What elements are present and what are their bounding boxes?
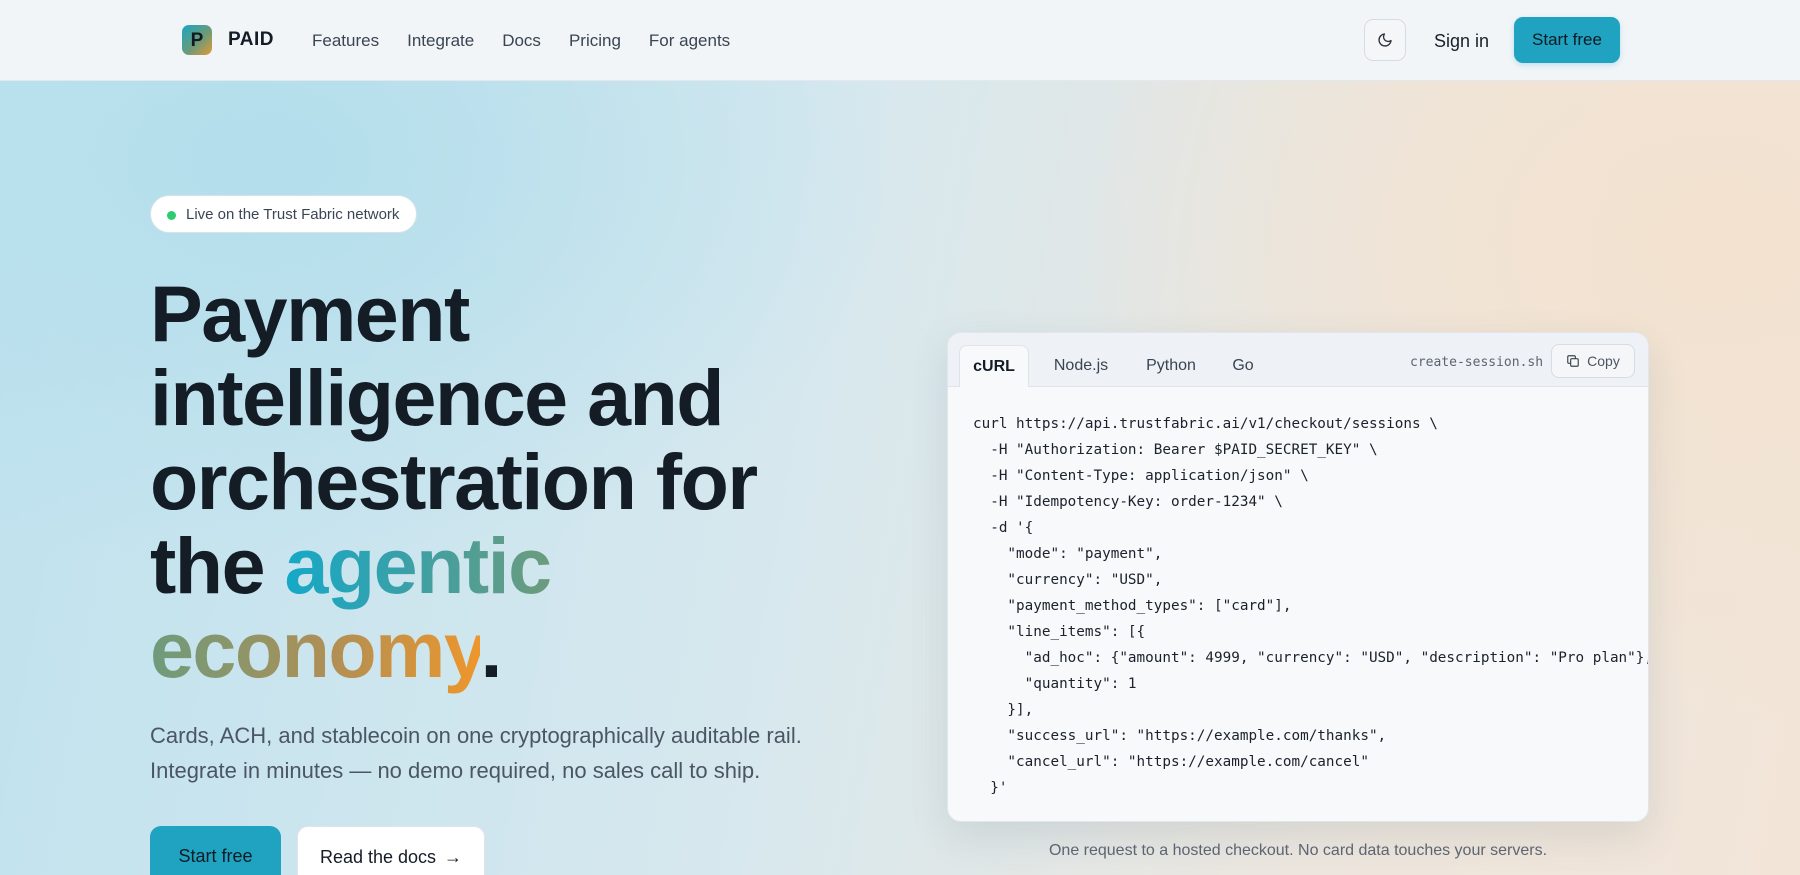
- nav-link-for-agents[interactable]: For agents: [649, 31, 730, 51]
- code-line: -H "Authorization: Bearer $PAID_SECRET_K…: [973, 442, 1378, 458]
- sign-in-link[interactable]: Sign in: [1434, 31, 1489, 52]
- nav-link-docs[interactable]: Docs: [502, 31, 541, 51]
- code-line: curl https://api.trustfabric.ai/v1/check…: [973, 416, 1438, 432]
- code-caption: One request to a hosted checkout. No car…: [1048, 842, 1548, 859]
- code-sample-card: cURL Node.js Python Go create-session.sh…: [947, 332, 1649, 822]
- start-free-button[interactable]: Start free: [150, 826, 281, 875]
- copy-icon: [1567, 355, 1579, 367]
- subtext-line-2: Integrate in minutes — no demo required,…: [150, 758, 761, 783]
- read-docs-label: Read the docs: [319, 847, 437, 867]
- code-filename: create-session.sh: [1410, 355, 1544, 370]
- moon-icon: [1378, 33, 1392, 47]
- headline-line-2: intelligence and: [150, 353, 725, 442]
- code-line: "success_url": "https://example.com/than…: [973, 728, 1387, 744]
- nav-link-features[interactable]: Features: [312, 31, 379, 51]
- headline-line-5: economy.: [150, 608, 850, 692]
- code-line: -H "Content-Type: application/json" \: [973, 468, 1309, 484]
- status-badge: Live on the Trust Fabric network: [150, 195, 418, 233]
- read-docs-button[interactable]: Read the docs →: [297, 826, 485, 875]
- brand-name[interactable]: PAID: [228, 29, 274, 51]
- top-nav: P PAID Features Integrate Docs Pricing F…: [0, 0, 1800, 81]
- nav-link-pricing[interactable]: Pricing: [569, 31, 621, 51]
- code-line: -d '{: [973, 520, 1034, 536]
- code-line: -H "Idempotency-Key: order-1234" \: [973, 494, 1283, 510]
- nav-links: Features Integrate Docs Pricing For agen…: [312, 31, 758, 51]
- theme-toggle-button[interactable]: [1364, 19, 1406, 61]
- tab-curl[interactable]: cURL: [959, 345, 1029, 387]
- arrow-right-icon: →: [444, 847, 463, 867]
- code-line: "line_items": [{: [973, 624, 1146, 640]
- code-line: "ad_hoc": {"amount": 4999, "currency": "…: [973, 650, 1649, 666]
- tab-go[interactable]: Go: [1220, 345, 1266, 387]
- hero-subtext: Cards, ACH, and stablecoin on one crypto…: [150, 718, 850, 788]
- logo-letter: P: [190, 29, 204, 51]
- nav-link-integrate[interactable]: Integrate: [407, 31, 474, 51]
- headline-accent-agentic: agentic: [284, 521, 552, 610]
- headline-line-1: Payment: [150, 269, 470, 358]
- code-line: "quantity": 1: [973, 676, 1137, 692]
- tab-nodejs[interactable]: Node.js: [1040, 345, 1122, 387]
- code-line: }],: [973, 702, 1034, 718]
- subtext-line-1: Cards, ACH, and stablecoin on one crypto…: [150, 723, 802, 748]
- code-line: "mode": "payment",: [973, 546, 1163, 562]
- headline-accent-economy: economy: [150, 605, 482, 694]
- logo-icon[interactable]: P: [182, 25, 212, 55]
- code-line: "payment_method_types": ["card"],: [973, 598, 1292, 614]
- status-badge-text: Live on the Trust Fabric network: [186, 205, 400, 223]
- live-status-dot: [167, 211, 176, 220]
- code-line: "currency": "USD",: [973, 572, 1163, 588]
- tab-python[interactable]: Python: [1134, 345, 1208, 387]
- code-line: }': [973, 780, 1008, 796]
- code-line: "cancel_url": "https://example.com/cance…: [973, 754, 1369, 770]
- copy-label: Copy: [1587, 353, 1620, 369]
- headline-line-4: the agentic: [150, 524, 850, 608]
- hero-headline: Payment intelligence and orchestration f…: [150, 272, 850, 692]
- headline-plain-the: the: [150, 521, 285, 610]
- copy-button[interactable]: Copy: [1551, 344, 1635, 378]
- code-card-header: cURL Node.js Python Go create-session.sh…: [948, 333, 1648, 387]
- nav-start-free-button[interactable]: Start free: [1514, 17, 1620, 63]
- headline-line-3: orchestration for: [150, 437, 758, 526]
- headline-period: .: [480, 605, 502, 694]
- code-block: curl https://api.trustfabric.ai/v1/check…: [973, 411, 1649, 801]
